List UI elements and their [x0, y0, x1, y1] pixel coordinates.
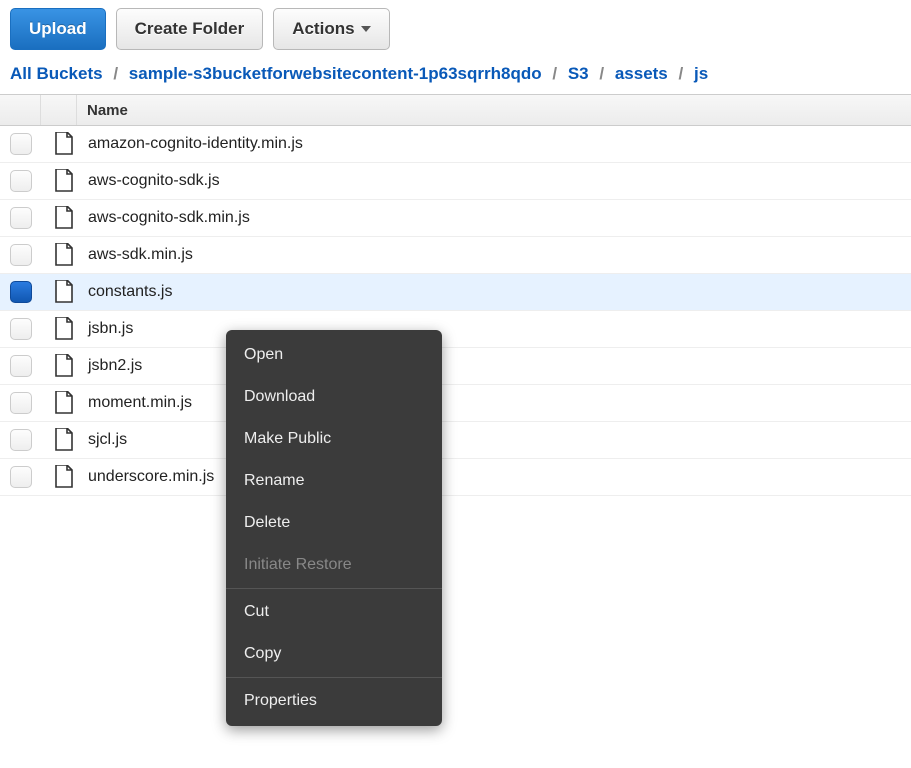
breadcrumb-folder-s3[interactable]: S3 [568, 64, 589, 83]
table-row[interactable]: aws-sdk.min.js [0, 237, 911, 274]
file-icon [46, 169, 82, 193]
breadcrumb-separator: / [679, 64, 684, 83]
file-name[interactable]: aws-cognito-sdk.min.js [82, 209, 911, 227]
file-name[interactable]: jsbn2.js [82, 357, 911, 375]
row-checkbox[interactable] [10, 318, 32, 340]
breadcrumb-separator: / [599, 64, 604, 83]
table-row[interactable]: sjcl.js [0, 422, 911, 459]
table-row[interactable]: constants.js [0, 274, 911, 311]
column-header-icon [40, 95, 76, 125]
row-checkbox[interactable] [10, 170, 32, 192]
table-row[interactable]: amazon-cognito-identity.min.js [0, 126, 911, 163]
row-checkbox[interactable] [10, 466, 32, 488]
menu-item-copy[interactable]: Copy [226, 633, 442, 675]
file-icon [46, 465, 82, 489]
row-checkbox[interactable] [10, 207, 32, 229]
upload-button[interactable]: Upload [10, 8, 106, 50]
toolbar: Upload Create Folder Actions [0, 0, 911, 58]
upload-button-label: Upload [29, 19, 87, 39]
file-name[interactable]: moment.min.js [82, 394, 911, 412]
row-checkbox[interactable] [10, 244, 32, 266]
menu-item-open[interactable]: Open [226, 334, 442, 376]
breadcrumb-folder-js[interactable]: js [694, 64, 708, 83]
row-checkbox[interactable] [10, 392, 32, 414]
file-icon [46, 280, 82, 304]
row-checkbox[interactable] [10, 133, 32, 155]
file-icon [46, 391, 82, 415]
file-name[interactable]: underscore.min.js [82, 468, 911, 486]
column-header-name[interactable]: Name [76, 95, 911, 125]
menu-item-rename[interactable]: Rename [226, 460, 442, 502]
file-icon [46, 206, 82, 230]
menu-item-download[interactable]: Download [226, 376, 442, 418]
table-header: Name [0, 94, 911, 126]
breadcrumb-separator: / [552, 64, 557, 83]
file-icon [46, 132, 82, 156]
table-row[interactable]: moment.min.js [0, 385, 911, 422]
menu-item-cut[interactable]: Cut [226, 591, 442, 633]
row-checkbox[interactable] [10, 429, 32, 451]
table-row[interactable]: underscore.min.js [0, 459, 911, 496]
file-name[interactable]: aws-sdk.min.js [82, 246, 911, 264]
menu-divider [226, 588, 442, 589]
file-name[interactable]: amazon-cognito-identity.min.js [82, 135, 911, 153]
row-checkbox[interactable] [10, 355, 32, 377]
file-name[interactable]: constants.js [82, 283, 911, 301]
table-row[interactable]: aws-cognito-sdk.min.js [0, 200, 911, 237]
table-row[interactable]: aws-cognito-sdk.js [0, 163, 911, 200]
context-menu: Open Download Make Public Rename Delete … [226, 330, 442, 726]
breadcrumb-root[interactable]: All Buckets [10, 64, 103, 83]
breadcrumb-bucket[interactable]: sample-s3bucketforwebsitecontent-1p63sqr… [129, 64, 542, 83]
file-list: amazon-cognito-identity.min.js aws-cognit… [0, 126, 911, 496]
menu-item-initiate-restore: Initiate Restore [226, 544, 442, 586]
file-icon [46, 428, 82, 452]
file-name[interactable]: sjcl.js [82, 431, 911, 449]
file-name[interactable]: jsbn.js [82, 320, 911, 338]
breadcrumb: All Buckets / sample-s3bucketforwebsitec… [0, 58, 911, 94]
actions-dropdown[interactable]: Actions [273, 8, 389, 50]
actions-dropdown-label: Actions [292, 19, 354, 39]
create-folder-button[interactable]: Create Folder [116, 8, 264, 50]
create-folder-button-label: Create Folder [135, 19, 245, 39]
file-icon [46, 317, 82, 341]
menu-divider [226, 677, 442, 678]
breadcrumb-folder-assets[interactable]: assets [615, 64, 668, 83]
table-row[interactable]: jsbn.js [0, 311, 911, 348]
file-icon [46, 354, 82, 378]
menu-item-properties[interactable]: Properties [226, 680, 442, 722]
table-row[interactable]: jsbn2.js [0, 348, 911, 385]
menu-item-delete[interactable]: Delete [226, 502, 442, 544]
file-name[interactable]: aws-cognito-sdk.js [82, 172, 911, 190]
chevron-down-icon [361, 26, 371, 32]
column-header-name-label: Name [87, 102, 128, 119]
row-checkbox[interactable] [10, 281, 32, 303]
breadcrumb-separator: / [113, 64, 118, 83]
menu-item-make-public[interactable]: Make Public [226, 418, 442, 460]
file-icon [46, 243, 82, 267]
